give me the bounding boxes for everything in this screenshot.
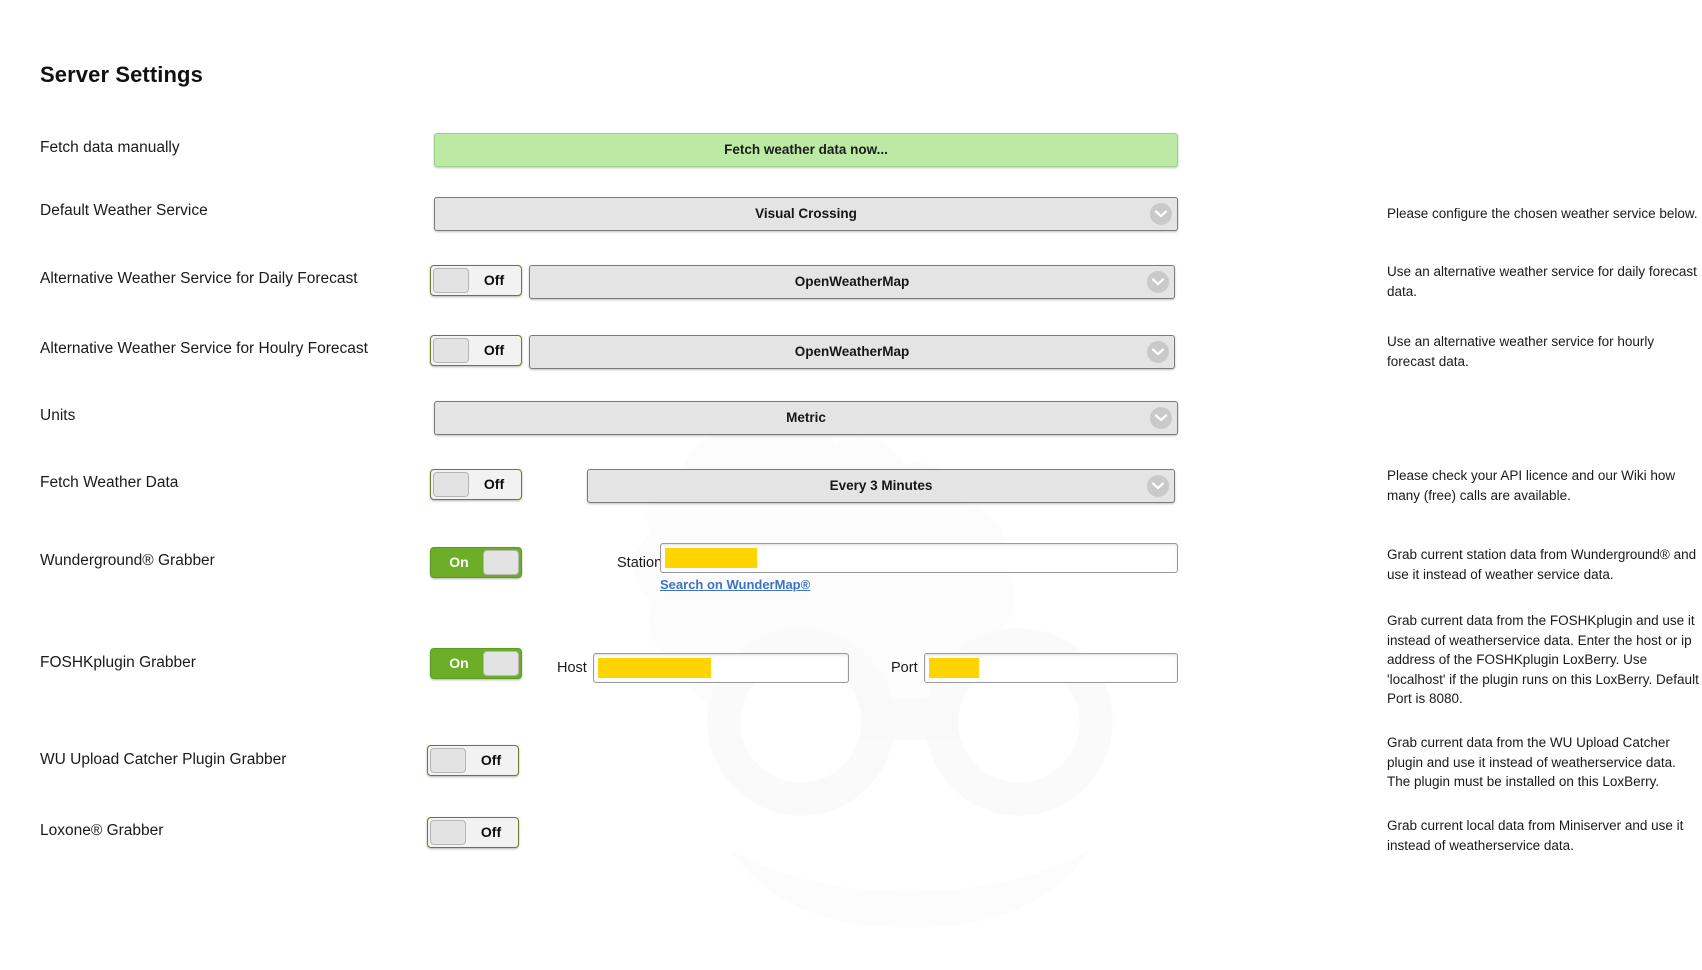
port-input[interactable] (924, 653, 1178, 683)
row-label: Units (40, 407, 76, 424)
row-help: Grab current local data from Miniserver … (1387, 818, 1684, 853)
row-label: Fetch Weather Data (40, 474, 179, 491)
row-label: Loxone® Grabber (40, 822, 164, 839)
select-value: Every 3 Minutes (829, 478, 933, 493)
alt-service-hourly-select[interactable]: OpenWeatherMap (529, 335, 1175, 369)
row-label: Wunderground® Grabber (40, 552, 215, 569)
foshkplugin-grabber-toggle[interactable]: On (430, 648, 522, 679)
host-input[interactable] (593, 653, 849, 683)
port-label: Port (891, 660, 918, 676)
wu-upload-catcher-grabber-toggle[interactable]: Off (427, 745, 519, 776)
row-help: Please configure the chosen weather serv… (1387, 206, 1698, 221)
toggle-label: On (449, 554, 469, 570)
loxone-grabber-toggle[interactable]: Off (427, 817, 519, 848)
toggle-label: Off (483, 476, 505, 492)
select-value: Visual Crossing (755, 206, 857, 221)
units-select[interactable]: Metric (434, 401, 1178, 435)
row-help: Use an alternative weather service for h… (1387, 334, 1655, 369)
select-value: OpenWeatherMap (794, 344, 910, 359)
redacted-value (598, 658, 711, 678)
toggle-knob (483, 651, 519, 676)
toggle-knob (433, 338, 469, 363)
alt-service-daily-select[interactable]: OpenWeatherMap (529, 265, 1175, 299)
redacted-value (665, 548, 757, 568)
toggle-label: Off (480, 752, 502, 768)
host-label: Host (557, 660, 587, 676)
row-label: FOSHKplugin Grabber (40, 654, 196, 671)
chevron-down-icon (1147, 475, 1169, 497)
row-label: Default Weather Service (40, 202, 208, 219)
station-id-input[interactable] (660, 543, 1178, 573)
toggle-knob (433, 268, 469, 293)
select-value: Metric (786, 410, 826, 425)
fetch-weather-data-now-button[interactable]: Fetch weather data now... (434, 133, 1178, 167)
row-help: Please check your API licence and our Wi… (1387, 468, 1676, 503)
toggle-label: Off (483, 342, 505, 358)
row-help: Use an alternative weather service for d… (1387, 264, 1697, 299)
fetch-interval-select[interactable]: Every 3 Minutes (587, 469, 1175, 503)
toggle-knob (430, 748, 466, 773)
toggle-label: On (449, 655, 469, 671)
wunderground-grabber-toggle[interactable]: On (430, 547, 522, 578)
redacted-value (929, 658, 979, 678)
row-label: Alternative Weather Service for Houlry F… (40, 340, 368, 357)
toggle-label: Off (483, 272, 505, 288)
fetch-weather-data-toggle[interactable]: Off (430, 469, 522, 500)
select-value: OpenWeatherMap (794, 274, 910, 289)
row-label: WU Upload Catcher Plugin Grabber (40, 751, 287, 768)
chevron-down-icon (1147, 341, 1169, 363)
page-title: Server Settings (40, 62, 203, 87)
chevron-down-icon (1150, 407, 1172, 429)
row-help: Grab current data from the WU Upload Cat… (1387, 735, 1676, 789)
alt-service-daily-toggle[interactable]: Off (430, 265, 522, 296)
row-label: Alternative Weather Service for Daily Fo… (40, 270, 358, 287)
row-help: Grab current data from the FOSHKplugin a… (1387, 613, 1699, 706)
chevron-down-icon (1150, 203, 1172, 225)
toggle-label: Off (480, 824, 502, 840)
search-on-wundermap-link[interactable]: Search on WunderMap® (660, 577, 810, 592)
row-help: Grab current station data from Wundergro… (1387, 547, 1697, 582)
alt-service-hourly-toggle[interactable]: Off (430, 335, 522, 366)
row-label: Fetch data manually (40, 139, 180, 156)
toggle-knob (433, 472, 469, 497)
default-weather-service-select[interactable]: Visual Crossing (434, 197, 1178, 231)
chevron-down-icon (1147, 271, 1169, 293)
toggle-knob (430, 820, 466, 845)
toggle-knob (483, 550, 519, 575)
